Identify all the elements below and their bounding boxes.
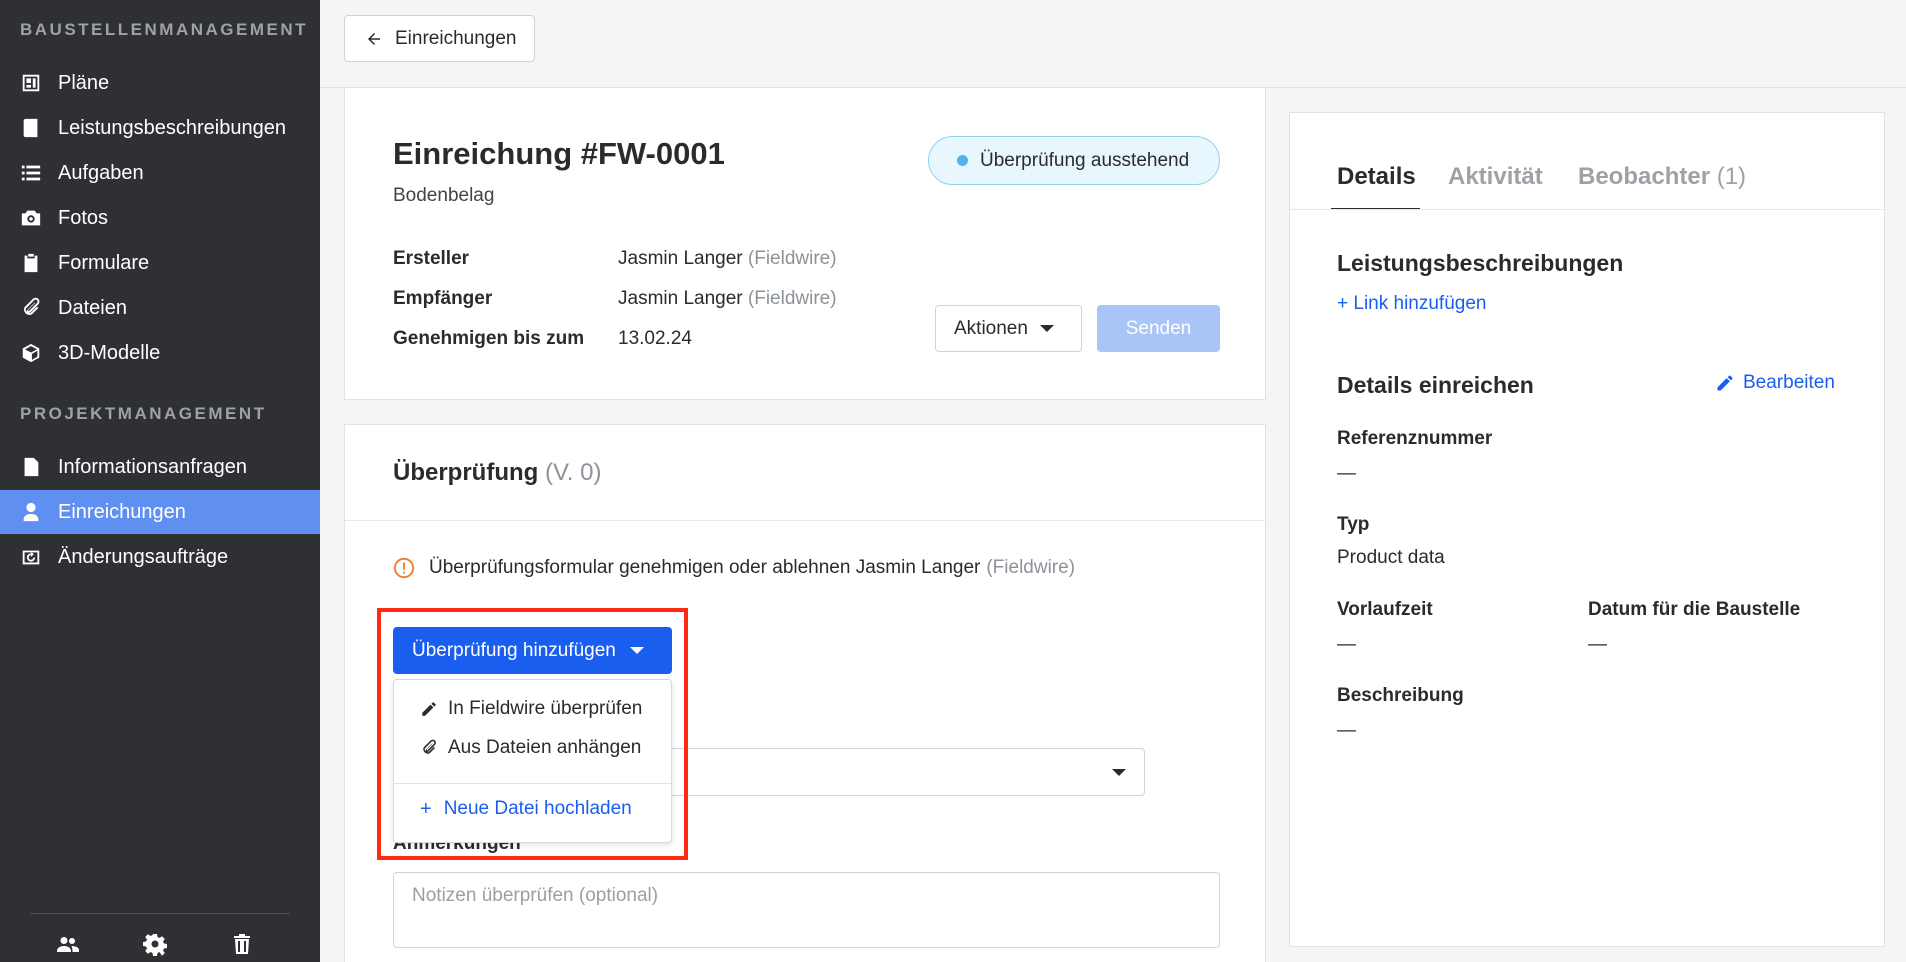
recipient-org: (Fieldwire) xyxy=(747,288,837,309)
notes-input[interactable] xyxy=(393,872,1220,948)
sidebar-divider xyxy=(30,913,290,914)
review-title-text: Überprüfung xyxy=(393,459,539,486)
caret-down-icon xyxy=(1112,769,1126,776)
actions-label: Aktionen xyxy=(954,317,1028,339)
tab-watchers[interactable]: Beobachter (1) xyxy=(1578,163,1746,191)
submit-details-heading: Details einreichen xyxy=(1337,372,1534,398)
tab-watchers-count: (1) xyxy=(1716,163,1747,190)
alert-circle-icon xyxy=(393,557,415,579)
edit-button[interactable]: Bearbeiten xyxy=(1715,372,1835,394)
sidebar-item-label: Pläne xyxy=(58,71,110,94)
due-date-label: Genehmigen bis zum xyxy=(393,328,585,349)
section-label-site: BAUSTELLENMANAGEMENT xyxy=(20,20,308,39)
recipient-name: Jasmin Langer xyxy=(618,288,743,309)
edit-label: Bearbeiten xyxy=(1743,372,1835,393)
sidebar-item-label: Leistungsbeschreibungen xyxy=(58,116,286,139)
review-info-org: (Fieldwire) xyxy=(986,557,1076,578)
submittal-header-card: Einreichung #FW-0001 Bodenbelag Überprüf… xyxy=(344,87,1266,400)
back-button-label: Einreichungen xyxy=(395,27,517,49)
tab-details[interactable]: Details xyxy=(1337,163,1416,191)
creator-org: (Fieldwire) xyxy=(747,248,837,269)
page-subtitle: Bodenbelag xyxy=(393,185,495,206)
clipboard-icon xyxy=(20,252,42,274)
add-link-button[interactable]: + Link hinzufügen xyxy=(1337,293,1486,315)
description-value: — xyxy=(1337,720,1356,741)
sidebar-item-tasks[interactable]: Aufgaben xyxy=(0,151,320,195)
sidebar-item-specs[interactable]: Leistungsbeschreibungen xyxy=(0,106,320,150)
review-version: (V. 0) xyxy=(544,459,602,486)
send-button[interactable]: Senden xyxy=(1097,305,1220,352)
review-select[interactable] xyxy=(635,748,1145,796)
sidebar-item-label: Einreichungen xyxy=(58,500,186,523)
lead-time-value: — xyxy=(1337,634,1356,655)
pencil-icon xyxy=(1717,375,1733,391)
recipient-value: Jasmin Langer (Fieldwire) xyxy=(618,288,837,310)
details-panel: Details Aktivität Beobachter (1) Leistun… xyxy=(1289,112,1885,947)
sidebar-item-label: Dateien xyxy=(58,296,127,319)
status-dot-icon xyxy=(957,155,968,166)
sidebar-item-label: Aufgaben xyxy=(58,161,144,184)
caret-down-icon xyxy=(1039,325,1054,332)
info-document-icon xyxy=(20,456,42,478)
page-title: Einreichung #FW-0001 xyxy=(393,136,725,171)
actions-dropdown-button[interactable]: Aktionen xyxy=(935,305,1082,352)
back-button[interactable]: Einreichungen xyxy=(344,15,535,62)
sidebar-item-plans[interactable]: Pläne xyxy=(0,61,320,105)
site-date-label: Datum für die Baustelle xyxy=(1588,599,1801,620)
review-title: Überprüfung (V. 0) xyxy=(393,459,601,487)
creator-value: Jasmin Langer (Fieldwire) xyxy=(618,248,837,270)
sidebar-item-forms[interactable]: Formulare xyxy=(0,241,320,285)
status-text: Überprüfung ausstehend xyxy=(980,149,1190,171)
due-date-value: 13.02.24 xyxy=(618,328,692,349)
status-badge: Überprüfung ausstehend xyxy=(928,136,1220,185)
description-label: Beschreibung xyxy=(1337,685,1464,706)
sidebar-item-files[interactable]: Dateien xyxy=(0,286,320,330)
people-icon[interactable] xyxy=(54,930,82,958)
ref-number-label: Referenznummer xyxy=(1337,428,1493,449)
tabs-divider xyxy=(1290,209,1884,210)
specs-heading: Leistungsbeschreibungen xyxy=(1337,250,1624,276)
sidebar-item-label: Fotos xyxy=(58,206,109,229)
gear-icon[interactable] xyxy=(141,930,169,958)
sidebar-item-3d-models[interactable]: 3D-Modelle xyxy=(0,331,320,375)
creator-name: Jasmin Langer xyxy=(618,248,743,269)
list-icon xyxy=(20,162,42,184)
plans-icon xyxy=(20,72,42,94)
sidebar-item-rfis[interactable]: Informationsanfragen xyxy=(0,445,320,489)
paperclip-icon xyxy=(20,297,42,319)
sidebar-item-photos[interactable]: Fotos xyxy=(0,196,320,240)
sidebar-item-label: Formulare xyxy=(58,251,150,274)
tab-watchers-label: Beobachter xyxy=(1578,163,1711,190)
sidebar-item-submittals[interactable]: Einreichungen xyxy=(0,490,320,534)
submittal-icon xyxy=(20,501,42,523)
sidebar-item-label: 3D-Modelle xyxy=(58,341,161,364)
tab-activity[interactable]: Aktivität xyxy=(1448,163,1543,191)
review-divider xyxy=(345,520,1265,521)
change-order-icon xyxy=(20,546,42,568)
arrow-left-icon xyxy=(368,32,380,45)
ref-number-value: — xyxy=(1337,463,1356,484)
review-info: Überprüfungsformular genehmigen oder abl… xyxy=(393,557,1075,579)
review-info-text: Überprüfungsformular genehmigen oder abl… xyxy=(429,557,981,578)
site-date-value: — xyxy=(1588,634,1607,655)
sidebar-item-change-orders[interactable]: Änderungsaufträge xyxy=(0,535,320,579)
section-label-project: PROJEKTMANAGEMENT xyxy=(20,404,267,423)
trash-icon[interactable] xyxy=(228,930,256,958)
sidebar: BAUSTELLENMANAGEMENT Pläne Leistungsbesc… xyxy=(0,0,320,962)
sidebar-item-label: Änderungsaufträge xyxy=(58,545,229,568)
creator-label: Ersteller xyxy=(393,248,470,269)
cube-icon xyxy=(20,342,42,364)
notebook-icon xyxy=(20,117,42,139)
type-label: Typ xyxy=(1337,514,1370,535)
recipient-label: Empfänger xyxy=(393,288,493,309)
highlight-box xyxy=(377,608,688,860)
type-value: Product data xyxy=(1337,547,1445,568)
sidebar-item-label: Informationsanfragen xyxy=(58,455,248,478)
lead-time-label: Vorlaufzeit xyxy=(1337,599,1433,620)
camera-icon xyxy=(20,207,42,229)
